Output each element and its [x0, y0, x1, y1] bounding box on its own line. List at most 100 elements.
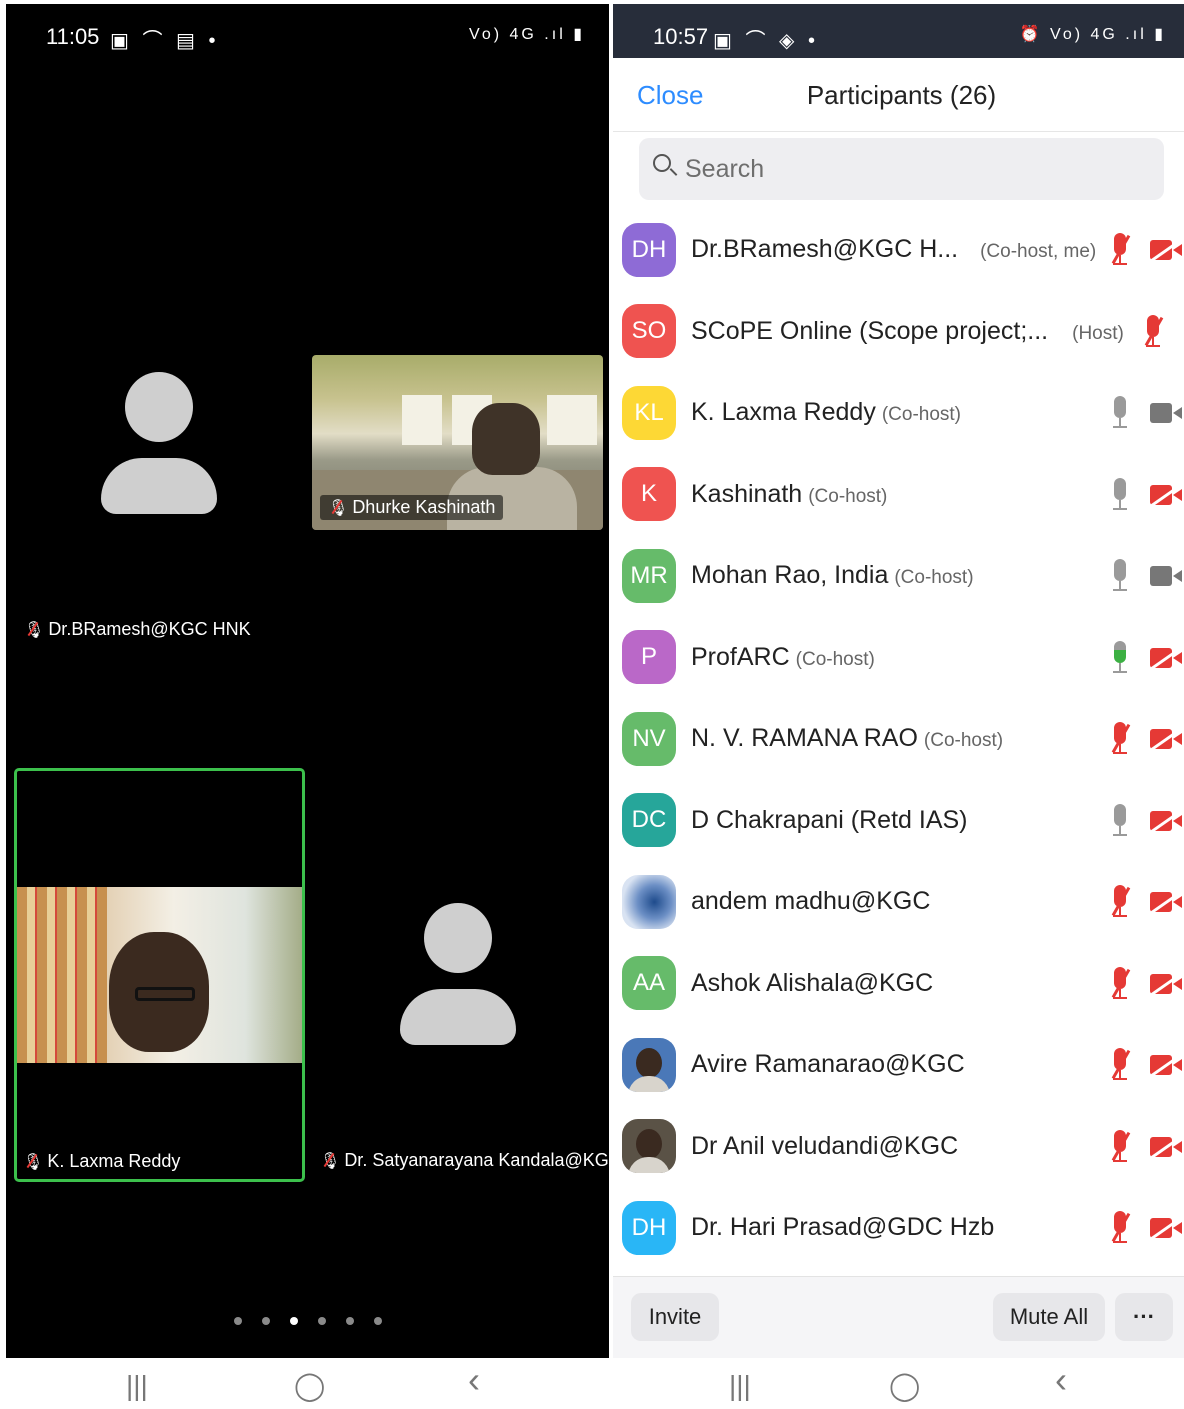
- video-tile-self[interactable]: 🎙 Dr.BRamesh@KGC HNK: [14, 355, 305, 655]
- participant-glasses: [135, 987, 195, 1001]
- mic-muted-icon[interactable]: [1109, 1048, 1131, 1082]
- participant-name: Dr. Hari Prasad@GDC Hzb: [691, 1213, 994, 1242]
- recents-icon[interactable]: |||: [126, 1372, 148, 1400]
- mic-muted-icon[interactable]: [1109, 722, 1131, 756]
- more-options-button[interactable]: ···: [1115, 1293, 1173, 1341]
- participant-row[interactable]: DH Dr. Hari Prasad@GDC Hzb: [613, 1187, 1184, 1269]
- mic-muted-icon[interactable]: [1109, 885, 1131, 919]
- page-dot[interactable]: [345, 1317, 354, 1325]
- video-tile-active-speaker[interactable]: 🎙 K. Laxma Reddy: [14, 768, 305, 1182]
- page-indicator[interactable]: [6, 1312, 609, 1330]
- camera-off-icon[interactable]: [1150, 1055, 1182, 1075]
- mic-icon[interactable]: [1109, 477, 1131, 512]
- recents-icon[interactable]: |||: [729, 1372, 751, 1400]
- search-bar[interactable]: [639, 138, 1164, 200]
- camera-off-icon[interactable]: [1150, 729, 1182, 749]
- page-dot[interactable]: [373, 1317, 382, 1325]
- mic-icon[interactable]: [1109, 803, 1131, 838]
- participant-avatar: [622, 1119, 676, 1174]
- close-button[interactable]: Close: [637, 80, 703, 111]
- video-tile-satyanarayana[interactable]: 🎙 Dr. Satyanarayana Kandala@KGC: [312, 768, 622, 1182]
- camera-off-icon[interactable]: [1150, 973, 1182, 994]
- meeting-gallery-screen: 11:05 ▣ ⌒ ▤ • Vo) 4G .ıl ▮ 🎙 Dr.BRamesh@…: [6, 4, 622, 1409]
- participant-row[interactable]: DH Dr.BRamesh@KGC H... (Co-host, me): [613, 209, 1184, 291]
- participant-name: Kashinath (Co-host): [691, 480, 887, 509]
- avatar-placeholder-body: [101, 458, 217, 514]
- notification-icons: ▣ ⌒ ▤ •: [110, 30, 220, 52]
- curtain: [17, 887, 107, 1063]
- mic-icon[interactable]: [1109, 559, 1131, 593]
- signal-battery-icons: Vo) 4G .ıl ▮: [469, 26, 585, 43]
- participant-row[interactable]: MR Mohan Rao, India (Co-host): [613, 535, 1184, 617]
- camera-off-icon[interactable]: [1150, 484, 1182, 505]
- participant-name-text: Kashinath: [691, 479, 803, 508]
- participant-avatar: P: [622, 630, 676, 685]
- camera-icon[interactable]: [1150, 403, 1182, 423]
- search-input[interactable]: [685, 152, 1145, 186]
- mic-muted-icon[interactable]: [1109, 966, 1131, 1001]
- mic-muted-icon[interactable]: [1109, 233, 1131, 267]
- camera-off-icon[interactable]: [1150, 892, 1182, 912]
- android-nav-bar: ||| ◯ ‹: [613, 1358, 1184, 1409]
- participant-row[interactable]: NV N. V. RAMANA RAO (Co-host): [613, 698, 1184, 780]
- participant-name-text: Ashok Alishala@KGC: [691, 968, 934, 997]
- participant-row[interactable]: Avire Ramanarao@KGC: [613, 1024, 1184, 1106]
- participant-name: D Chakrapani (Retd IAS): [691, 806, 968, 835]
- page-dot[interactable]: [289, 1317, 298, 1325]
- participant-name-text: SCoPE Online (Scope project;...: [691, 316, 1049, 345]
- camera-off-icon[interactable]: [1150, 647, 1182, 668]
- mic-muted-icon[interactable]: [1109, 1129, 1131, 1164]
- camera-off-icon[interactable]: [1150, 1136, 1182, 1157]
- participant-name: Avire Ramanarao@KGC: [691, 1050, 965, 1079]
- avatar-placeholder-icon: [125, 372, 193, 442]
- participant-row[interactable]: andem madhu@KGC: [613, 861, 1184, 943]
- window-pane: [402, 395, 442, 445]
- participant-row[interactable]: K Kashinath (Co-host): [613, 454, 1184, 536]
- mute-all-button[interactable]: Mute All: [993, 1293, 1105, 1341]
- participant-role: (Co-host): [923, 730, 1004, 752]
- home-icon[interactable]: ◯: [889, 1372, 920, 1400]
- participant-row[interactable]: DC D Chakrapani (Retd IAS): [613, 780, 1184, 862]
- participant-name-text: K. Laxma Reddy: [691, 398, 876, 427]
- participant-name: andem madhu@KGC: [691, 887, 930, 916]
- participant-row[interactable]: AA Ashok Alishala@KGC: [613, 943, 1184, 1025]
- mic-icon[interactable]: [1109, 396, 1131, 430]
- camera-off-icon[interactable]: [1150, 810, 1182, 831]
- invite-button[interactable]: Invite: [631, 1293, 719, 1341]
- tile-name-label: 🎙 K. Laxma Reddy: [23, 1151, 180, 1172]
- window-pane: [547, 395, 597, 445]
- status-time: 10:57: [653, 24, 709, 49]
- video-feed: [17, 887, 302, 1063]
- participant-row[interactable]: Dr Anil veludandi@KGC: [613, 1106, 1184, 1188]
- page-dot[interactable]: [317, 1317, 326, 1325]
- participant-row[interactable]: P ProfARC (Co-host): [613, 617, 1184, 699]
- video-tile-dhurke[interactable]: 🎙 Dhurke Kashinath: [312, 355, 603, 530]
- tile-name-text: Dhurke Kashinath: [352, 497, 496, 517]
- tile-name-label: 🎙 Dr.BRamesh@KGC HNK: [24, 619, 251, 640]
- back-icon[interactable]: ‹: [1055, 1362, 1067, 1398]
- tile-name-text: Dr. Satyanarayana Kandala@KGC: [344, 1150, 622, 1170]
- participant-list[interactable]: DH Dr.BRamesh@KGC H... (Co-host, me) SO SCoP…: [613, 209, 1184, 1269]
- participant-role: (Co-host): [795, 648, 875, 670]
- mic-muted-icon[interactable]: [1142, 314, 1164, 349]
- participant-name-text: Dr.BRamesh@KGC H...: [691, 235, 959, 264]
- tile-name-label: 🎙 Dhurke Kashinath: [320, 495, 504, 520]
- participant-row[interactable]: KL K. Laxma Reddy (Co-host): [613, 372, 1184, 454]
- mic-icon[interactable]: [1109, 640, 1131, 675]
- status-bar: 11:05 ▣ ⌒ ▤ • Vo) 4G .ıl ▮: [6, 4, 609, 68]
- mic-muted-icon[interactable]: [1109, 1211, 1131, 1245]
- participant-name-text: D Chakrapani (Retd IAS): [691, 805, 968, 834]
- participant-name: K. Laxma Reddy (Co-host): [691, 398, 961, 427]
- back-icon[interactable]: ‹: [468, 1362, 480, 1398]
- page-dot[interactable]: [261, 1317, 270, 1325]
- page-dot[interactable]: [233, 1317, 242, 1325]
- avatar-placeholder-icon: [424, 903, 492, 973]
- notification-icons: ▣ ⌒ ◈ •: [713, 30, 819, 52]
- participant-avatar: DC: [622, 793, 676, 848]
- participant-name: Ashok Alishala@KGC: [691, 969, 933, 998]
- camera-off-icon[interactable]: [1150, 240, 1182, 260]
- camera-icon[interactable]: [1150, 566, 1182, 586]
- camera-off-icon[interactable]: [1150, 1218, 1182, 1238]
- home-icon[interactable]: ◯: [294, 1372, 325, 1400]
- participant-row[interactable]: SO SCoPE Online (Scope project;... (Host): [613, 291, 1184, 373]
